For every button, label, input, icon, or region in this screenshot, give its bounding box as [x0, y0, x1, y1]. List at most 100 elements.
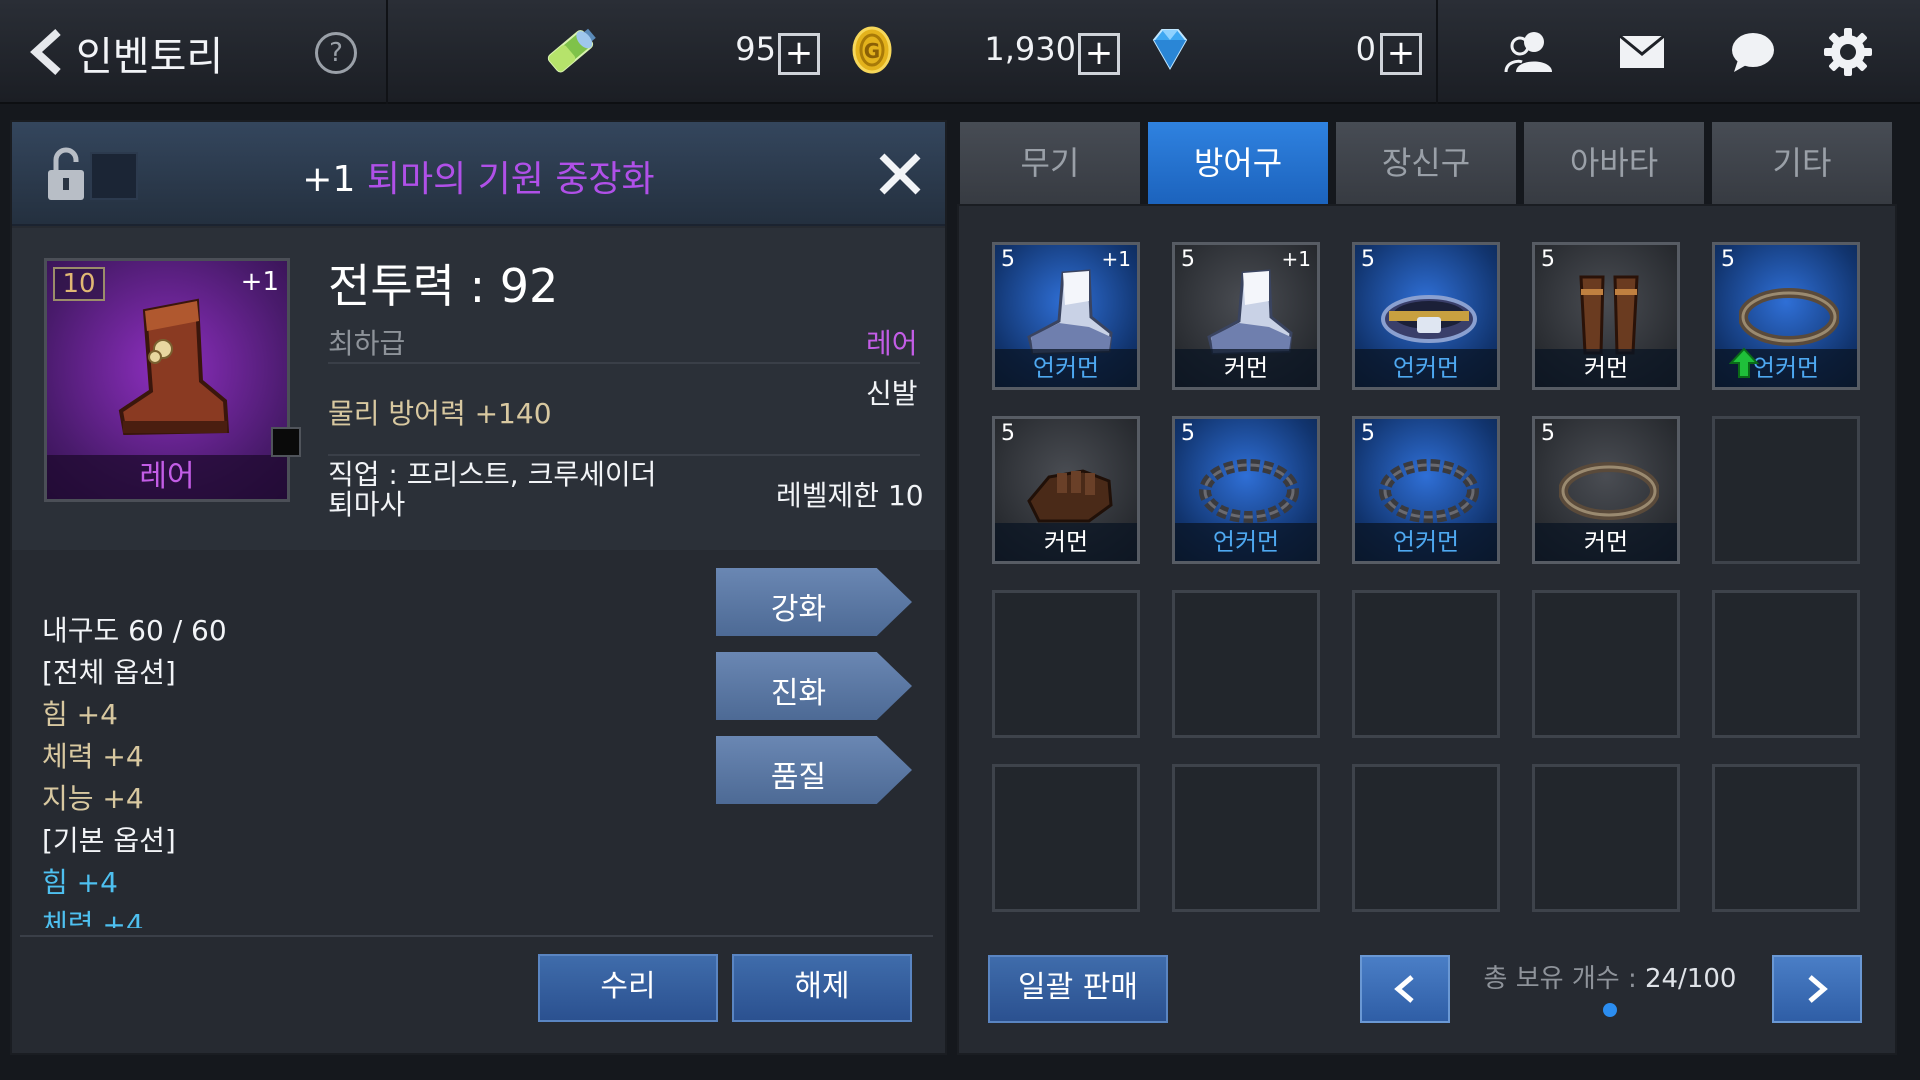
- empty-inventory-slot[interactable]: [1532, 764, 1680, 912]
- divider: [328, 454, 920, 456]
- item-slot-marker: [271, 427, 301, 457]
- empty-inventory-slot[interactable]: [992, 590, 1140, 738]
- all-options-header: [전체 옵션]: [42, 656, 176, 689]
- gem-value: 0: [1355, 30, 1376, 68]
- empty-inventory-slot[interactable]: [1712, 416, 1860, 564]
- gold-value: 1,930: [984, 30, 1076, 68]
- item-stats-list[interactable]: 내구도 60 / 60 [전체 옵션] 힘 +4 체력 +4 지능 +4 [기본…: [42, 610, 562, 928]
- empty-inventory-slot[interactable]: [1712, 764, 1860, 912]
- slot-level: 5: [1541, 421, 1555, 446]
- item-title: +1 퇴마의 기원 중장화: [12, 150, 945, 202]
- tab-avatar[interactable]: 아바타: [1524, 122, 1704, 204]
- inventory-slot[interactable]: 5 커먼: [1532, 416, 1680, 564]
- item-job-line: 퇴마사: [328, 488, 406, 521]
- page-indicator-dot: [1603, 1003, 1617, 1017]
- empty-inventory-slot[interactable]: [1532, 590, 1680, 738]
- gold-plus-button[interactable]: +: [1078, 33, 1120, 75]
- divider: [328, 362, 920, 364]
- tab-weapon[interactable]: 무기: [960, 122, 1140, 204]
- svg-text:G: G: [864, 39, 880, 63]
- energy-value: 95: [735, 30, 776, 68]
- help-button[interactable]: ?: [315, 32, 357, 74]
- divider: [1436, 0, 1438, 104]
- evolve-button[interactable]: 진화: [716, 652, 912, 720]
- option-line: 지능 +4: [42, 782, 144, 815]
- gem-plus-button[interactable]: +: [1380, 33, 1422, 75]
- quality-button[interactable]: 품질: [716, 736, 912, 804]
- tab-accessory[interactable]: 장신구: [1336, 122, 1516, 204]
- item-slot[interactable]: 10 +1 레어: [44, 258, 301, 502]
- option-line: 체력 +4: [42, 908, 144, 928]
- close-icon[interactable]: [874, 148, 926, 200]
- battery-icon: [547, 28, 596, 73]
- inventory-tabs: 무기 방어구 장신구 아바타 기타: [960, 122, 1895, 204]
- inventory-slot[interactable]: 5 언커먼: [1352, 416, 1500, 564]
- upgrade-arrow-icon: [1728, 347, 1760, 383]
- next-page-button[interactable]: [1772, 955, 1862, 1023]
- boot-icon: [118, 298, 230, 436]
- item-enhance-level: +1: [302, 159, 356, 200]
- slot-grade: 커먼: [1535, 523, 1677, 561]
- item-count-value: 24/100: [1644, 964, 1737, 994]
- empty-inventory-slot[interactable]: [992, 764, 1140, 912]
- inventory-slot[interactable]: 5 +1 커먼: [1172, 242, 1320, 390]
- slot-level: 5: [1181, 421, 1195, 446]
- item-detail-header: +1 퇴마의 기원 중장화: [12, 122, 945, 226]
- energy-plus-button[interactable]: +: [778, 33, 820, 75]
- option-line: 체력 +4: [42, 740, 144, 773]
- friends-icon[interactable]: [1504, 28, 1556, 76]
- inventory-slot[interactable]: 5 커먼: [992, 416, 1140, 564]
- combat-power: 전투력 : 92: [328, 259, 559, 313]
- slot-level: 5: [1541, 247, 1555, 272]
- prev-page-button[interactable]: [1360, 955, 1450, 1023]
- slot-grade: 언커먼: [1355, 349, 1497, 387]
- slot-level: 5: [1001, 421, 1015, 446]
- slot-grade: 커먼: [995, 523, 1137, 561]
- item-job-requirement: 직업 : 프리스트, 크루세이더 퇴마사: [328, 460, 656, 520]
- page-title: 인벤토리: [76, 34, 224, 80]
- item-count-label: 총 보유 개수 :: [1483, 964, 1645, 994]
- sell-all-button[interactable]: 일괄 판매: [988, 955, 1168, 1023]
- option-line: 힘 +4: [42, 866, 118, 899]
- chevron-left-icon: [1394, 975, 1414, 1003]
- tab-armor[interactable]: 방어구: [1148, 122, 1328, 204]
- item-level-limit: 레벨제한 10: [776, 479, 924, 512]
- chevron-right-icon: [1808, 975, 1828, 1003]
- item-name: 퇴마의 기원 중장화: [366, 159, 655, 200]
- empty-inventory-slot[interactable]: [1172, 764, 1320, 912]
- slot-enhance: +1: [1101, 247, 1131, 271]
- base-options-header: [기본 옵션]: [42, 824, 176, 857]
- slot-level: 5: [1181, 247, 1195, 272]
- settings-gear-icon[interactable]: [1824, 28, 1872, 76]
- inventory-slot[interactable]: 5 언커먼: [1172, 416, 1320, 564]
- slot-enhance: +1: [1281, 247, 1311, 271]
- top-bar: 인벤토리 ? 95 + G 1,930 + 0 +: [0, 0, 1920, 104]
- item-grade: 레어: [866, 327, 918, 360]
- item-slot-level: 10: [53, 267, 105, 301]
- inventory-slot[interactable]: 5 언커먼: [1352, 242, 1500, 390]
- divider: [386, 0, 388, 104]
- empty-inventory-slot[interactable]: [1712, 590, 1860, 738]
- inventory-slot[interactable]: 5 +1 언커먼: [992, 242, 1140, 390]
- tab-etc[interactable]: 기타: [1712, 122, 1892, 204]
- slot-level: 5: [1001, 247, 1015, 272]
- chat-icon[interactable]: [1730, 30, 1776, 74]
- back-arrow-icon[interactable]: [26, 28, 66, 76]
- item-type: 신발: [866, 377, 918, 410]
- enhance-button[interactable]: 강화: [716, 568, 912, 636]
- empty-inventory-slot[interactable]: [1352, 590, 1500, 738]
- mail-icon[interactable]: [1618, 34, 1666, 70]
- slot-grade: 커먼: [1535, 349, 1677, 387]
- gold-coin-icon: G: [852, 26, 892, 74]
- item-defense: 물리 방어력 +140: [328, 397, 552, 430]
- slot-level: 5: [1361, 247, 1375, 272]
- slot-grade: 커먼: [1175, 349, 1317, 387]
- repair-button[interactable]: 수리: [538, 954, 718, 1022]
- empty-inventory-slot[interactable]: [1172, 590, 1320, 738]
- empty-inventory-slot[interactable]: [1352, 764, 1500, 912]
- unequip-button[interactable]: 해제: [732, 954, 912, 1022]
- inventory-slot[interactable]: 5 언커먼: [1712, 242, 1860, 390]
- diamond-icon: [1152, 29, 1188, 71]
- inventory-slot[interactable]: 5 커먼: [1532, 242, 1680, 390]
- divider: [20, 935, 933, 937]
